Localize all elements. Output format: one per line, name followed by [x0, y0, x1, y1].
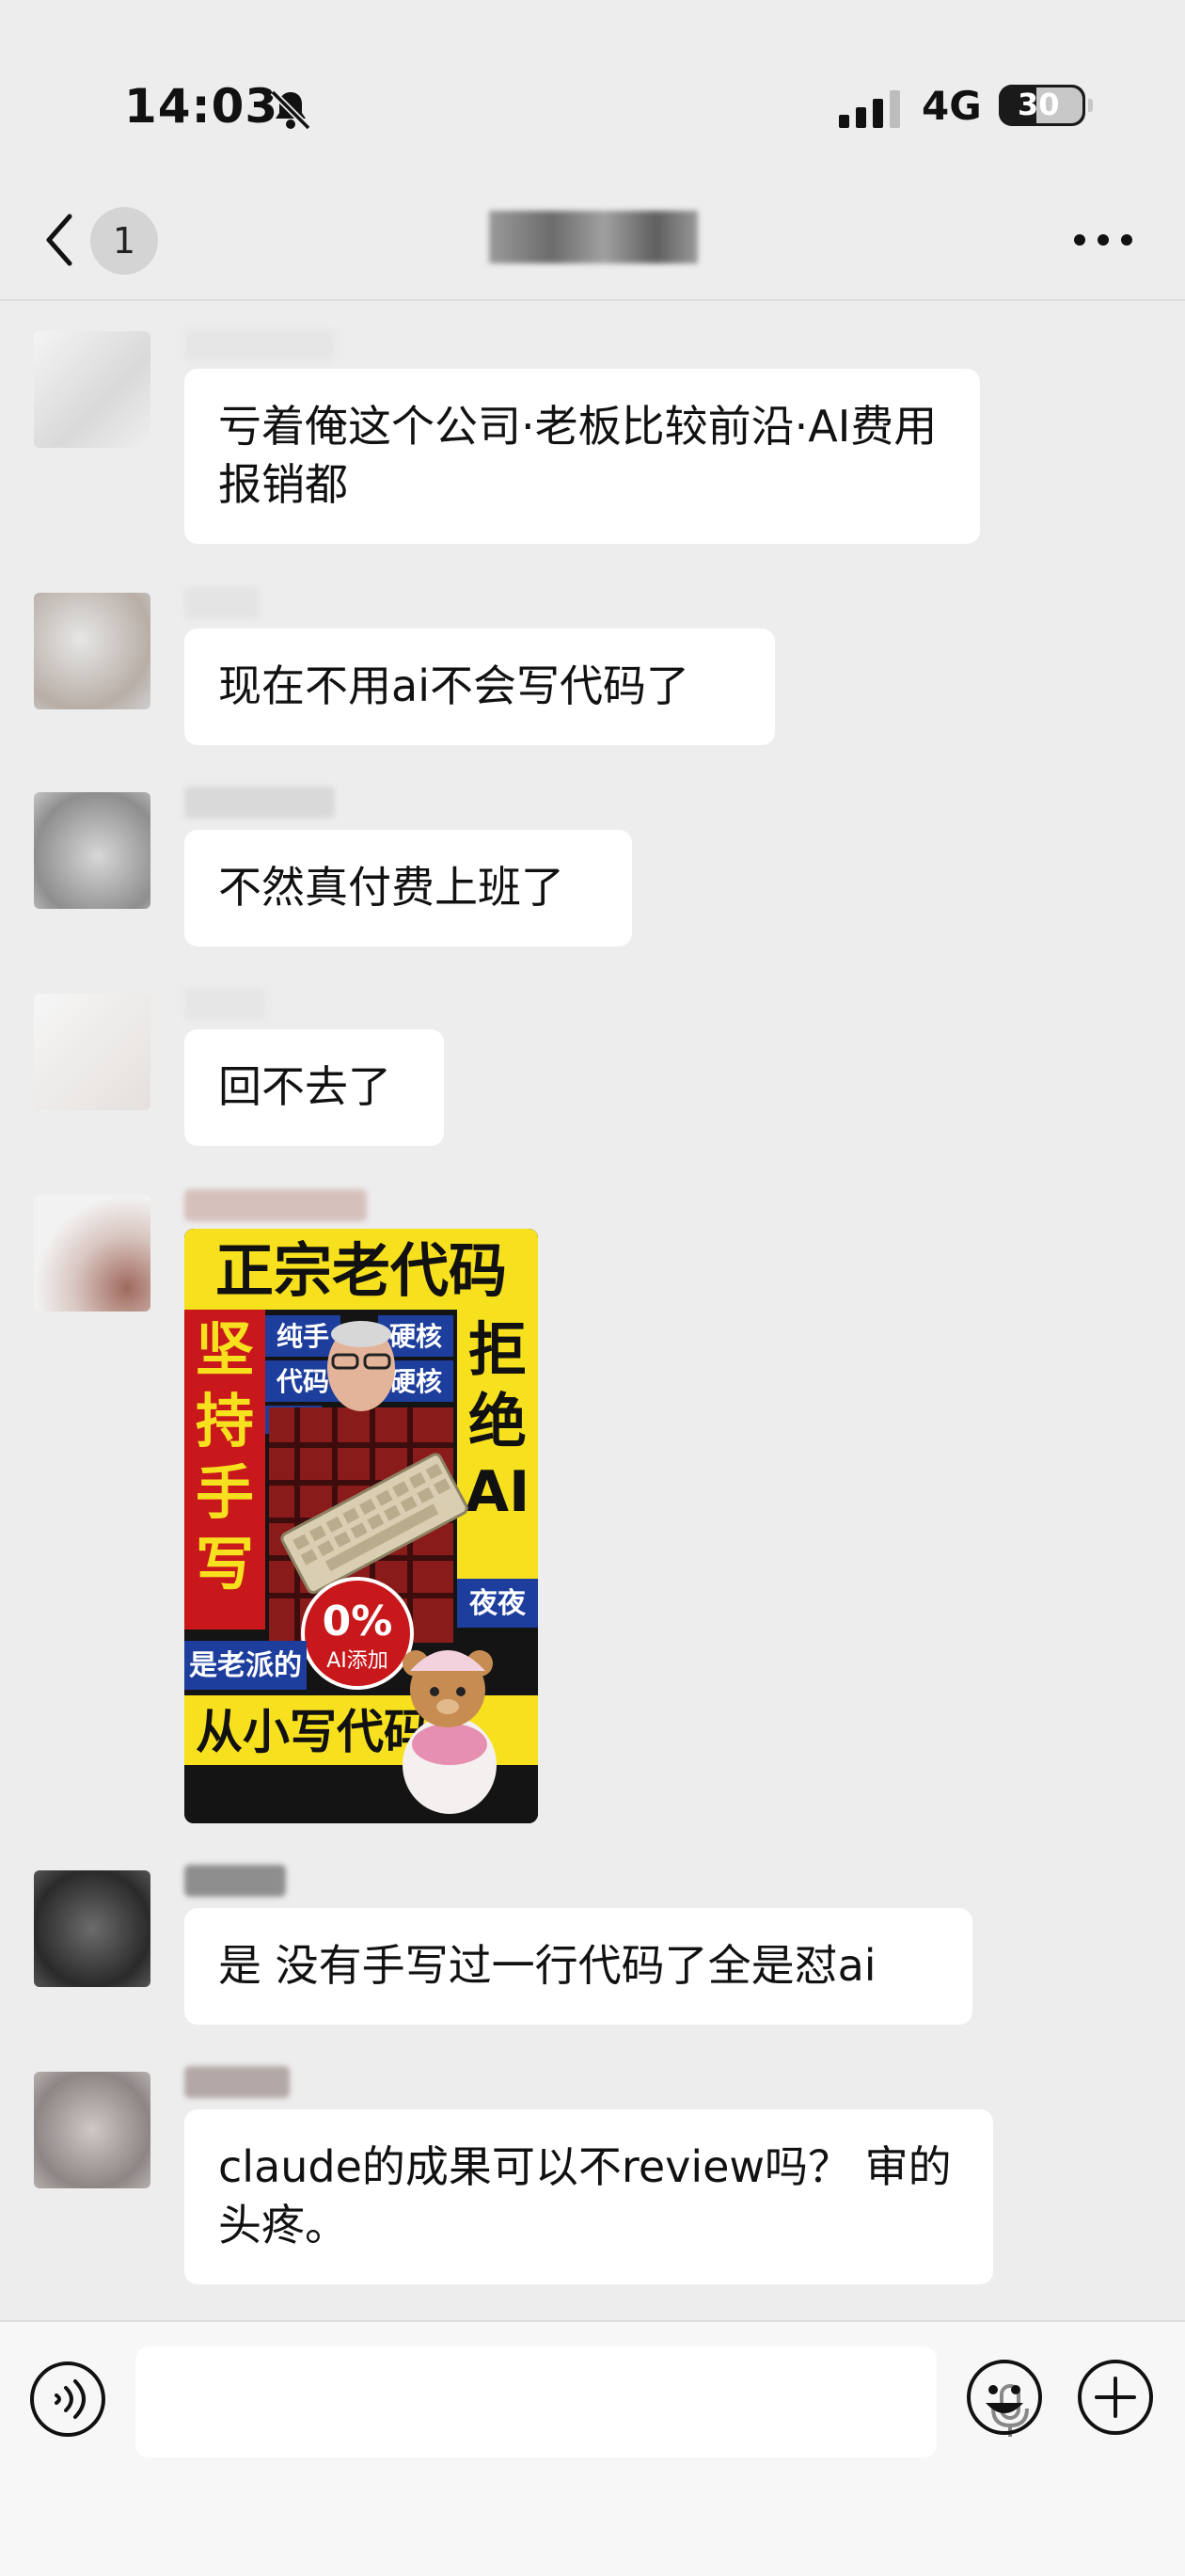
message-bubble[interactable]: 现在不用ai不会写代码了 — [184, 628, 775, 745]
poster-right-char: 绝 — [468, 1387, 527, 1455]
avatar[interactable] — [34, 2072, 150, 2188]
poster-top-title: 正宗老代码 — [215, 1236, 507, 1305]
image-message[interactable]: 正宗老代码 坚 持 手 写 拒 绝 AI 纯手 硬核 代码 硬核 代码 夜夜 — [184, 1229, 538, 1823]
poster-stamp-label: AI添加 — [326, 1649, 388, 1673]
poster-stamp-percent: 0% — [323, 1598, 393, 1646]
input-bar — [0, 2320, 1185, 2576]
poster-right-char: AI — [466, 1459, 530, 1525]
poster-bottom-title: 从小写代码 — [196, 1705, 431, 1759]
avatar[interactable] — [34, 1870, 150, 1987]
poster-right-char: 拒 — [468, 1315, 527, 1384]
message-bubble[interactable]: 是 没有手写过一行代码了全是怼ai — [184, 1908, 972, 2025]
chat-header: 1 — [0, 188, 1185, 301]
status-time: 14:03 — [124, 79, 279, 134]
plus-icon[interactable] — [1076, 2358, 1155, 2437]
avatar[interactable] — [34, 994, 150, 1110]
signal-icon — [839, 90, 900, 128]
poster-tag: 硬核 — [389, 1321, 442, 1352]
poster-tag: 纯手 — [276, 1321, 329, 1352]
sender-name-redacted — [184, 587, 260, 619]
chevron-left-icon[interactable] — [38, 207, 85, 273]
sender-name-redacted — [184, 787, 335, 819]
poster-left-char: 坚 — [196, 1315, 254, 1384]
poster-tag: 代码 — [276, 1366, 329, 1397]
voice-icon[interactable] — [28, 2360, 107, 2439]
poster-left-char: 手 — [196, 1458, 254, 1527]
poster-left-bottom: 是老派的 — [189, 1649, 302, 1682]
chat-title-redacted — [489, 211, 698, 263]
sender-name-redacted — [184, 1865, 286, 1897]
poster-left-char: 持 — [196, 1387, 254, 1455]
bell-slash-icon — [270, 89, 311, 131]
avatar[interactable] — [34, 331, 150, 448]
status-bar: 14:03 4G 30 — [0, 0, 1185, 188]
message-bubble[interactable]: 回不去了 — [184, 1029, 444, 1146]
battery-icon: 30 — [999, 85, 1093, 126]
sender-name-redacted — [184, 1189, 367, 1221]
sender-name-redacted — [184, 988, 265, 1020]
meme-poster-image: 正宗老代码 坚 持 手 写 拒 绝 AI 纯手 硬核 代码 硬核 代码 夜夜 — [184, 1229, 538, 1823]
message-bubble[interactable]: 不然真付费上班了 — [184, 830, 632, 946]
sender-name-redacted — [184, 2066, 290, 2098]
network-type: 4G — [922, 83, 982, 129]
message-input-field[interactable] — [135, 2346, 1029, 2457]
avatar[interactable] — [34, 593, 150, 709]
poster-tag: 夜夜 — [468, 1587, 527, 1620]
avatar[interactable] — [34, 792, 150, 909]
battery-level: 30 — [1018, 87, 1060, 122]
poster-left-char: 写 — [196, 1530, 254, 1598]
message-bubble[interactable]: claude的成果可以不review吗？ 审的头疼。 — [184, 2109, 993, 2284]
ellipsis-icon[interactable] — [1072, 226, 1134, 254]
emoji-icon[interactable] — [965, 2358, 1044, 2437]
unread-count-badge[interactable]: 1 — [90, 207, 158, 275]
avatar[interactable] — [34, 1195, 150, 1312]
sender-name-redacted — [184, 329, 335, 361]
poster-tag: 硬核 — [389, 1366, 442, 1397]
message-input[interactable] — [158, 2369, 839, 2437]
message-bubble[interactable]: 亏着俺这个公司·老板比较前沿·AI费用报销都 — [184, 369, 980, 544]
